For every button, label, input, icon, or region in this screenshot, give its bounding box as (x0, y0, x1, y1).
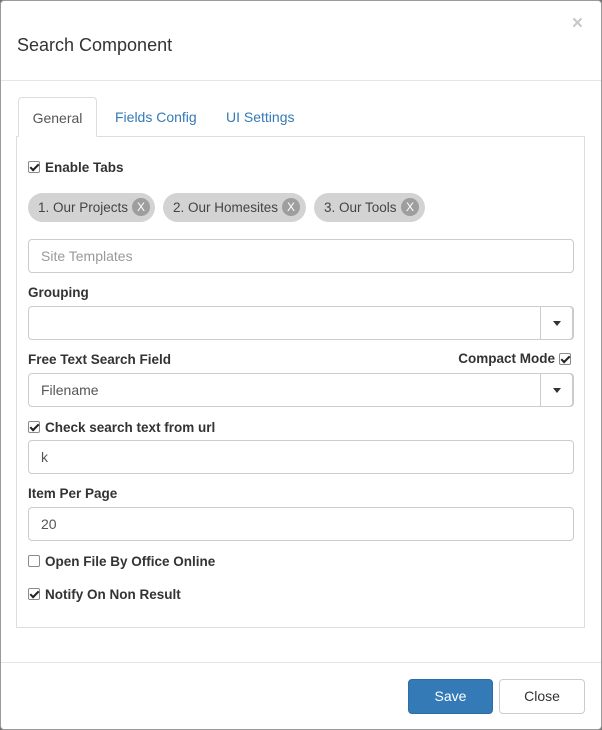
close-button[interactable]: Close (499, 679, 585, 714)
chip-our-tools: 3. Our Tools X (314, 193, 425, 222)
chip-our-projects: 1. Our Projects X (28, 193, 155, 222)
close-icon[interactable]: × (572, 14, 583, 33)
url-param-input[interactable]: k (28, 440, 574, 474)
chip-label: 2. Our Homesites (173, 200, 279, 215)
tab-bar: General Fields Config UI Settings (16, 97, 585, 137)
grouping-select[interactable] (28, 306, 574, 340)
enable-tabs-row: Enable Tabs (28, 158, 124, 176)
free-text-dropdown-button[interactable] (540, 373, 573, 407)
tab-ui-settings[interactable]: UI Settings (226, 97, 294, 137)
caret-down-icon (553, 321, 561, 326)
open-office-label: Open File By Office Online (45, 553, 216, 569)
item-per-page-input[interactable]: 20 (28, 507, 574, 541)
free-text-label: Free Text Search Field (28, 352, 172, 367)
check-url-checkbox[interactable] (28, 421, 40, 433)
dialog-title: Search Component (17, 35, 173, 55)
chip-our-homesites: 2. Our Homesites X (163, 193, 306, 222)
check-url-row: Check search text from url (28, 418, 215, 436)
open-office-row: Open File By Office Online (28, 552, 215, 570)
chip-label: 3. Our Tools (324, 200, 397, 215)
enable-tabs-checkbox[interactable] (28, 161, 40, 173)
caret-down-icon (553, 388, 561, 393)
free-text-value: Filename (41, 382, 99, 398)
tab-fields-config[interactable]: Fields Config (115, 97, 197, 137)
site-templates-input[interactable]: Site Templates (28, 239, 574, 273)
save-button[interactable]: Save (408, 679, 493, 714)
dialog-header: Search Component × (1, 1, 601, 81)
check-url-label: Check search text from url (45, 419, 216, 435)
chip-label: 1. Our Projects (38, 200, 129, 215)
grouping-dropdown-button[interactable] (540, 306, 573, 340)
notify-row: Notify On Non Result (28, 585, 181, 603)
chip-remove-icon[interactable]: X (282, 198, 300, 216)
search-component-dialog: Search Component × General Fields Config… (0, 0, 602, 730)
item-per-page-label: Item Per Page (28, 486, 118, 501)
notify-checkbox[interactable] (28, 588, 40, 600)
enable-tabs-label: Enable Tabs (45, 159, 124, 175)
free-text-select[interactable]: Filename (28, 373, 574, 407)
open-office-checkbox[interactable] (28, 555, 40, 567)
dialog-footer: Save Close (1, 662, 601, 730)
notify-label: Notify On Non Result (45, 586, 181, 602)
chip-remove-icon[interactable]: X (132, 198, 150, 216)
compact-mode-row: Compact Mode (458, 351, 571, 366)
tab-general[interactable]: General (18, 97, 97, 137)
compact-mode-label: Compact Mode (458, 351, 555, 366)
compact-mode-checkbox[interactable] (559, 352, 571, 365)
chip-remove-icon[interactable]: X (401, 198, 419, 216)
grouping-label: Grouping (28, 285, 89, 300)
